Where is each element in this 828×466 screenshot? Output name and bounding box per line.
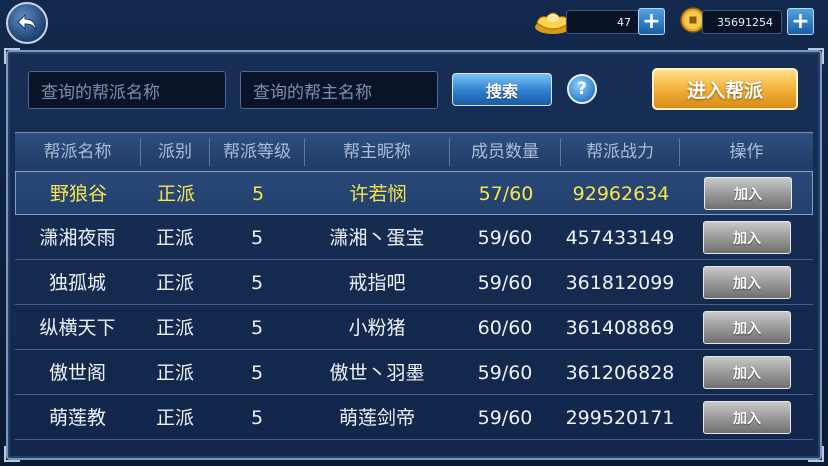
enter-guild-button[interactable]: 进入帮派 [652, 68, 798, 110]
frame-corner [808, 48, 824, 64]
table-row[interactable]: 傲世阁 正派 5 傲世丶羽墨 59/60 361206828 加入 [15, 351, 813, 395]
guild-name: 野狼谷 [49, 183, 107, 205]
guild-level: 5 [250, 227, 264, 249]
guild-name: 萌莲教 [48, 407, 106, 429]
guild-leader: 傲世丶羽墨 [329, 362, 425, 384]
guild-faction: 正派 [155, 362, 194, 384]
header-guild-power: 帮派战力 [586, 142, 654, 162]
join-button[interactable]: 加入 [704, 177, 792, 210]
guild-level: 5 [250, 272, 264, 294]
header-leader-name: 帮主昵称 [343, 142, 411, 162]
header-guild-name: 帮派名称 [43, 142, 112, 162]
join-button[interactable]: 加入 [703, 221, 791, 254]
guild-power: 361408869 [565, 317, 675, 339]
guild-members: 59/60 [477, 227, 533, 249]
guild-faction: 正派 [155, 272, 194, 294]
guild-name: 潇湘夜雨 [39, 227, 116, 249]
leader-name-search-input[interactable]: 查询的帮主名称 [240, 71, 438, 109]
guild-faction: 正派 [155, 407, 194, 429]
guild-leader: 许若悯 [349, 183, 407, 205]
guild-name: 傲世阁 [48, 362, 106, 384]
search-button[interactable]: 搜索 [452, 73, 552, 106]
join-button[interactable]: 加入 [703, 356, 791, 389]
coin-amount: 35691254 [702, 10, 782, 34]
header-guild-level: 帮派等级 [223, 142, 291, 162]
guild-name: 纵横天下 [39, 317, 116, 339]
guild-table: 帮派名称 派别 帮派等级 帮主昵称 成员数量 帮派战力 操作 野狼谷 正派 5 … [15, 132, 813, 442]
guild-members: 57/60 [478, 183, 534, 205]
header-action: 操作 [729, 142, 764, 162]
guild-members: 60/60 [477, 317, 533, 339]
guild-members: 59/60 [477, 272, 533, 294]
guild-level: 5 [251, 183, 265, 205]
table-row[interactable]: 纵横天下 正派 5 小粉猪 60/60 361408869 加入 [15, 306, 813, 350]
guild-name-search-input[interactable]: 查询的帮派名称 [28, 71, 226, 109]
join-button[interactable]: 加入 [703, 311, 791, 344]
join-button[interactable]: 加入 [703, 266, 791, 299]
table-row[interactable]: 潇湘夜雨 正派 5 潇湘丶蛋宝 59/60 457433149 加入 [15, 216, 813, 260]
guild-leader: 小粉猪 [348, 317, 406, 339]
guild-power: 92962634 [572, 183, 670, 205]
guild-level: 5 [250, 362, 264, 384]
header-faction: 派别 [158, 142, 192, 162]
add-gold-ingot-button[interactable]: + [638, 8, 665, 35]
table-header: 帮派名称 派别 帮派等级 帮主昵称 成员数量 帮派战力 操作 [15, 132, 813, 172]
guild-power: 361812099 [565, 272, 675, 294]
guild-power: 361206828 [565, 362, 675, 384]
gold-ingot-amount: 47 [566, 10, 640, 34]
table-row[interactable]: 野狼谷 正派 5 许若悯 57/60 92962634 加入 [15, 171, 813, 215]
guild-leader: 潇湘丶蛋宝 [329, 227, 425, 249]
guild-name: 独孤城 [48, 272, 106, 294]
guild-level: 5 [250, 317, 264, 339]
guild-level: 5 [250, 407, 264, 429]
guild-leader: 萌莲剑帝 [338, 407, 415, 429]
guild-members: 59/60 [477, 362, 533, 384]
guild-faction: 正派 [156, 183, 195, 205]
back-button[interactable] [6, 2, 48, 44]
guild-faction: 正派 [155, 317, 194, 339]
guild-faction: 正派 [155, 227, 194, 249]
guild-power: 299520171 [565, 407, 675, 429]
frame-corner [4, 48, 20, 64]
header-member-count: 成员数量 [471, 142, 539, 162]
guild-power: 457433149 [565, 227, 675, 249]
guild-leader: 戒指吧 [348, 272, 406, 294]
help-button[interactable]: ? [567, 74, 597, 104]
frame-corner [4, 446, 20, 462]
table-row[interactable]: 萌莲教 正派 5 萌莲剑帝 59/60 299520171 加入 [15, 396, 813, 440]
help-icon: ? [577, 79, 587, 99]
join-button[interactable]: 加入 [703, 401, 791, 434]
add-coin-button[interactable]: + [787, 8, 814, 35]
frame-corner [808, 446, 824, 462]
table-row[interactable]: 独孤城 正派 5 戒指吧 59/60 361812099 加入 [15, 261, 813, 305]
back-arrow-icon [17, 13, 37, 32]
guild-members: 59/60 [477, 407, 533, 429]
